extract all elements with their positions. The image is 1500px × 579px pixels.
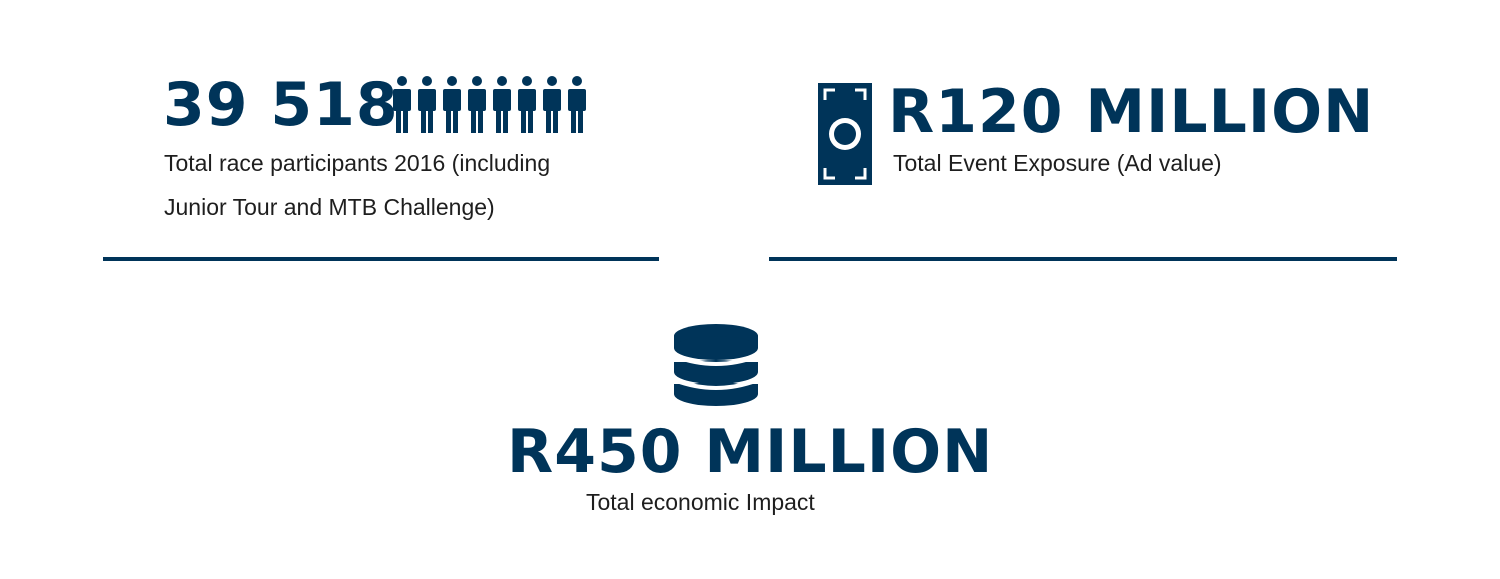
person-figure bbox=[568, 76, 586, 133]
person-figure bbox=[468, 76, 486, 133]
divider-left bbox=[103, 257, 659, 261]
person-figure bbox=[443, 76, 461, 133]
exposure-caption: Total Event Exposure (Ad value) bbox=[893, 150, 1222, 176]
participants-caption-line1: Total race participants 2016 (including bbox=[164, 150, 551, 176]
divider-right bbox=[769, 257, 1397, 261]
person-figure bbox=[418, 76, 436, 133]
economic-value: R450 MILLION bbox=[507, 417, 994, 487]
participants-caption-line2: Junior Tour and MTB Challenge) bbox=[164, 194, 495, 220]
person-figure bbox=[518, 76, 536, 133]
exposure-value: R120 MILLION bbox=[888, 77, 1375, 147]
coin-stack-icon bbox=[673, 324, 759, 406]
person-figure bbox=[543, 76, 561, 133]
people-icon bbox=[393, 76, 586, 133]
person-figure bbox=[493, 76, 511, 133]
economic-caption: Total economic Impact bbox=[586, 489, 815, 515]
person-figure bbox=[393, 76, 411, 133]
banknote-icon bbox=[818, 83, 872, 185]
participants-value: 39 518 bbox=[163, 70, 399, 140]
